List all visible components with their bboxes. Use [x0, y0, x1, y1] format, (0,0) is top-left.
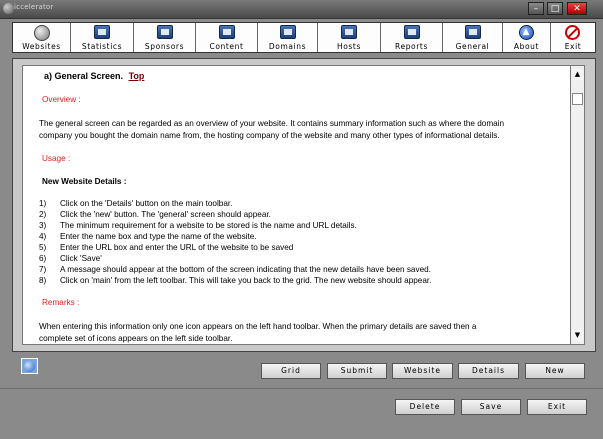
step-number: 5) [39, 243, 47, 252]
general-folder-icon [464, 25, 481, 39]
new-button[interactable]: New [525, 363, 585, 379]
statistics-folder-icon [94, 25, 110, 39]
scroll-up-arrow-icon[interactable]: ▲ [572, 69, 583, 80]
overview-text-line-2: company you bought the domain name from,… [39, 131, 500, 140]
usage-label: Usage : [42, 154, 71, 163]
close-button[interactable]: ✕ [567, 2, 587, 15]
websites-globe-icon [33, 25, 50, 41]
top-link[interactable]: Top [129, 71, 145, 81]
step-number: 2) [39, 210, 47, 219]
step-text: Click on the 'Details' button on the mai… [60, 199, 233, 208]
toolbar-label: Exit [564, 42, 582, 51]
step-number: 6) [39, 254, 47, 263]
app-logo-icon [3, 3, 14, 14]
step-text: Enter the name box and type the name of … [60, 232, 257, 241]
toolbar-label: General [455, 42, 490, 51]
help-document: a) General Screen. Top Overview : The ge… [22, 65, 571, 345]
toolbar-label: Reports [395, 42, 428, 51]
toolbar-label: Statistics [81, 42, 123, 51]
step-text: Click on 'main' from the left toolbar. T… [60, 276, 432, 285]
toolbar-label: Hosts [337, 42, 361, 51]
grid-button[interactable]: Grid [261, 363, 321, 379]
main-toolbar: Websites Statistics Sponsors Content Dom… [12, 22, 596, 53]
step-text: The minimum requirement for a website to… [60, 221, 357, 230]
exit-button[interactable]: Exit [527, 399, 587, 415]
globe-button[interactable] [21, 358, 38, 374]
step-text: Click 'Save' [60, 254, 102, 263]
window-title: iccelerator [14, 3, 54, 11]
toolbar-domains[interactable]: Domains [258, 23, 318, 52]
step-text: Enter the URL box and enter the URL of t… [60, 243, 294, 252]
toolbar-general[interactable]: General [443, 23, 503, 52]
step-number: 1) [39, 199, 47, 208]
toolbar-reports[interactable]: Reports [381, 23, 443, 52]
toolbar-hosts[interactable]: Hosts [318, 23, 381, 52]
new-details-label: New Website Details : [42, 177, 127, 186]
delete-button[interactable]: Delete [395, 399, 455, 415]
step-number: 3) [39, 221, 47, 230]
vertical-scrollbar[interactable]: ▲ ▼ [571, 65, 585, 345]
section-heading: a) General Screen. Top [44, 71, 144, 81]
step-number: 4) [39, 232, 47, 241]
save-button[interactable]: Save [461, 399, 521, 415]
title-bar: iccelerator – □ ✕ [0, 0, 603, 19]
exit-icon [565, 25, 580, 40]
toolbar-sponsors[interactable]: Sponsors [134, 23, 196, 52]
globe-icon [24, 361, 35, 372]
section-title: a) General Screen. [44, 71, 124, 81]
details-button[interactable]: Details [458, 363, 519, 379]
maximize-button[interactable]: □ [547, 2, 563, 15]
content-folder-icon [218, 25, 235, 39]
submit-button[interactable]: Submit [327, 363, 387, 379]
about-info-icon: ▲ [518, 25, 534, 40]
toolbar-statistics[interactable]: Statistics [71, 23, 134, 52]
toolbar-label: Websites [22, 42, 61, 51]
step-number: 8) [39, 276, 47, 285]
toolbar-label: About [513, 42, 540, 51]
toolbar-content[interactable]: Content [196, 23, 258, 52]
overview-text-line-1: The general screen can be regarded as an… [39, 119, 505, 128]
website-button[interactable]: Website [392, 363, 453, 379]
scroll-down-arrow-icon[interactable]: ▼ [572, 330, 583, 341]
reports-folder-icon [403, 25, 420, 39]
divider [0, 388, 603, 389]
scroll-thumb[interactable] [572, 93, 583, 105]
step-text: Click the 'new' button. The 'general' sc… [60, 210, 271, 219]
hosts-folder-icon [341, 25, 357, 39]
toolbar-label: Sponsors [144, 42, 185, 51]
overview-label: Overview : [42, 95, 81, 104]
toolbar-websites[interactable]: Websites [13, 23, 71, 52]
domains-folder-icon [279, 25, 296, 39]
remarks-label: Remarks : [42, 298, 80, 307]
step-text: A message should appear at the bottom of… [60, 265, 431, 274]
remarks-text-line-2: complete set of icons appears on the lef… [39, 334, 233, 343]
toolbar-label: Domains [268, 42, 307, 51]
minimize-button[interactable]: – [528, 2, 544, 15]
toolbar-about[interactable]: ▲ About [503, 23, 551, 52]
step-number: 7) [39, 265, 47, 274]
toolbar-exit[interactable]: Exit [551, 23, 595, 52]
sponsors-folder-icon [156, 25, 173, 39]
remarks-text-line-1: When entering this information only one … [39, 322, 477, 331]
toolbar-label: Content [209, 42, 244, 51]
